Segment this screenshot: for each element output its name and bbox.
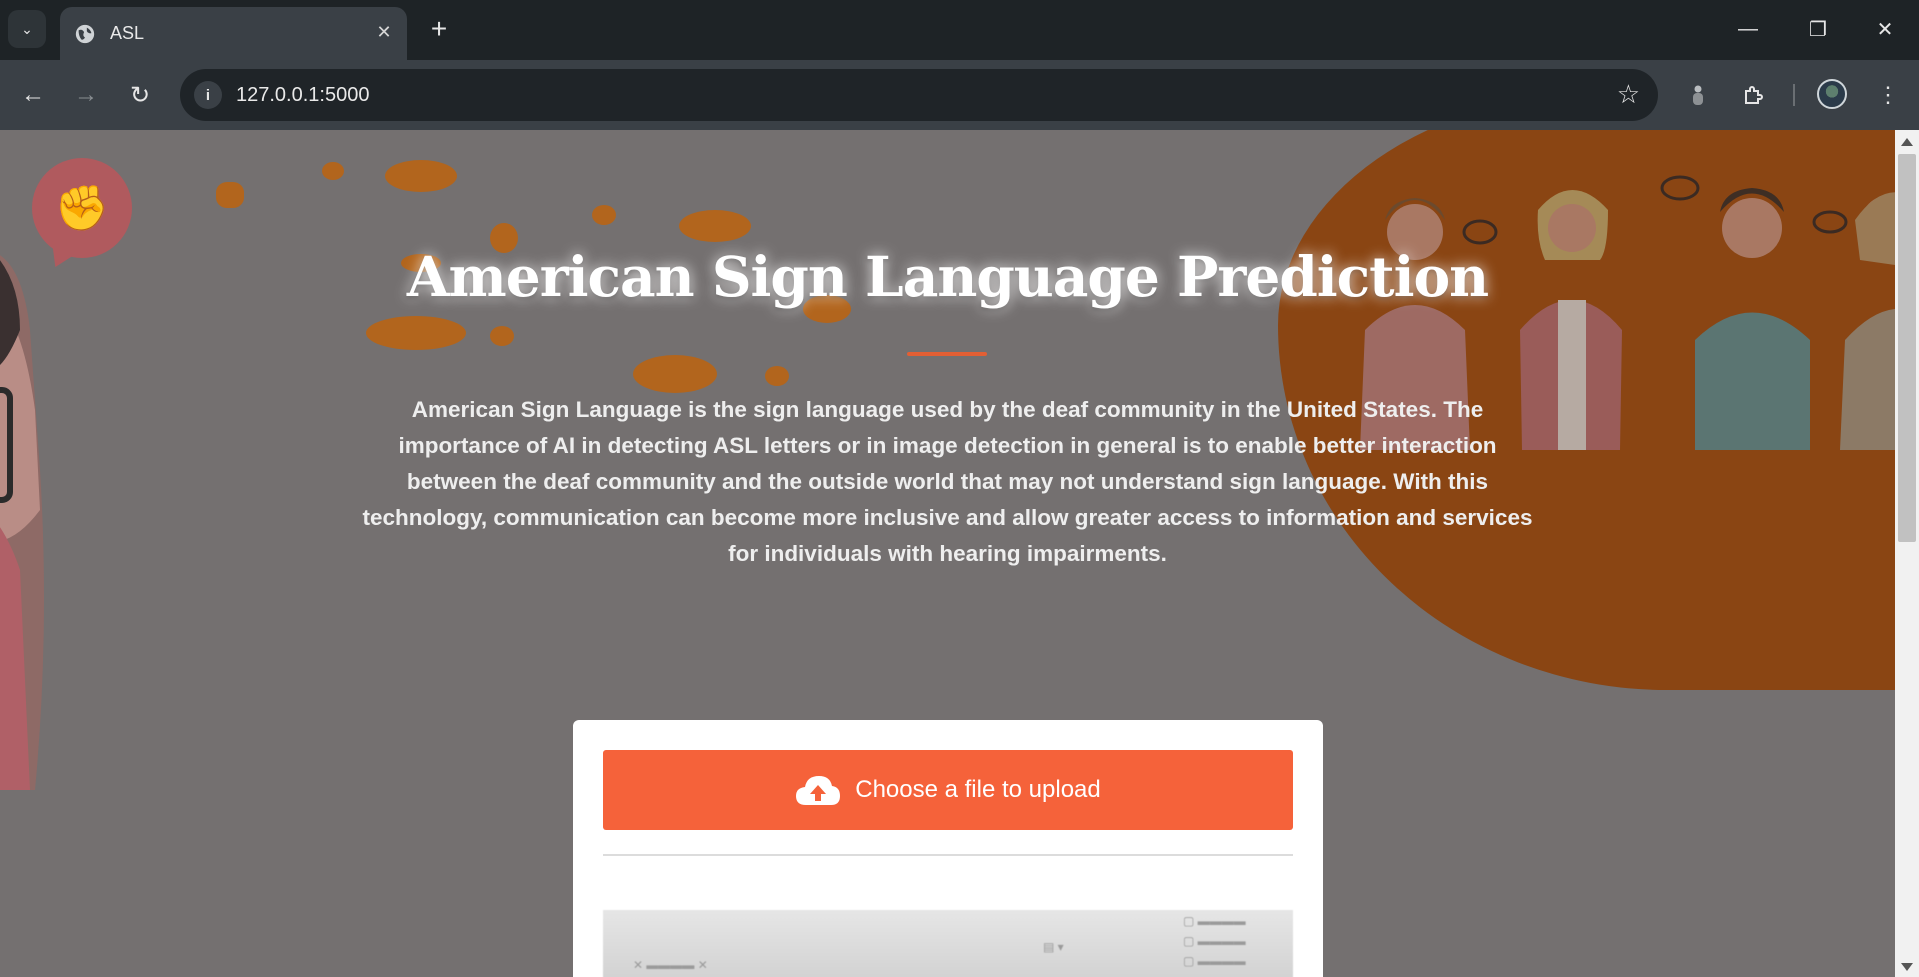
title-underline — [907, 352, 987, 356]
chevron-down-icon: ⌄ — [21, 20, 33, 37]
close-window-button[interactable]: ✕ — [1850, 0, 1919, 58]
scrollbar-thumb[interactable] — [1898, 154, 1916, 542]
preview-file-row: ▢ ▬▬▬▬ — [1183, 934, 1246, 948]
more-menu-icon[interactable]: ⋮ — [1870, 77, 1906, 113]
decor-dot — [366, 316, 466, 350]
scroll-down-arrow[interactable] — [1901, 963, 1913, 971]
preview-tab: ✕ ▬▬▬▬ ✕ — [633, 958, 708, 972]
profile-avatar[interactable] — [1817, 79, 1847, 109]
decor-dot — [765, 366, 789, 386]
browser-tab-asl[interactable]: ASL ✕ — [60, 7, 407, 60]
page-description: American Sign Language is the sign langu… — [362, 397, 1533, 566]
browser-toolbar: ← → ↻ i 127.0.0.1:5000 ☆ ⋮ — [0, 60, 1919, 130]
decor-dot — [385, 160, 457, 192]
page-title: American Sign Language Prediction — [406, 244, 1489, 309]
puzzle-icon — [1745, 86, 1763, 104]
cloud-upload-icon — [796, 776, 841, 805]
site-info-icon[interactable]: i — [194, 81, 222, 109]
new-tab-button[interactable]: + — [422, 12, 456, 46]
minimize-button[interactable]: — — [1713, 0, 1783, 58]
preview-file-row: ▢ ▬▬▬▬ — [1183, 914, 1246, 928]
choose-file-label: Choose a file to upload — [855, 776, 1101, 803]
reload-icon: ↻ — [129, 81, 151, 109]
tracking-icon[interactable] — [1680, 77, 1716, 113]
preview-layout-icon: ▤ ▾ — [1043, 940, 1064, 954]
tab-search-button[interactable]: ⌄ — [8, 10, 46, 48]
forward-icon: → — [74, 81, 98, 108]
address-bar[interactable]: i 127.0.0.1:5000 ☆ — [180, 69, 1658, 121]
decor-dot — [592, 205, 616, 225]
preview-file-row: ▢ ▬▬▬▬ — [1183, 954, 1246, 968]
page-scrollbar[interactable] — [1895, 130, 1919, 977]
decor-dot — [490, 326, 514, 346]
decor-dot — [679, 210, 751, 242]
back-icon: ← — [21, 81, 45, 108]
reload-button[interactable]: ↻ — [122, 77, 158, 113]
upload-card: Choose a file to upload ▤ ▾ ▢ ▬▬▬▬ ▢ ▬▬▬… — [573, 720, 1323, 977]
uploaded-image-preview: ▤ ▾ ▢ ▬▬▬▬ ▢ ▬▬▬▬ ▢ ▬▬▬▬ ✕ ▬▬▬▬ ✕ — [603, 910, 1293, 977]
page-viewport: ✊ American Sign Language Prediction Amer… — [0, 130, 1895, 977]
back-button[interactable]: ← — [15, 77, 51, 113]
choose-file-button[interactable]: Choose a file to upload — [603, 750, 1293, 830]
decor-dot — [216, 182, 244, 208]
tab-close-button[interactable]: ✕ — [371, 19, 397, 45]
extensions-icon[interactable] — [1736, 77, 1772, 113]
globe-icon — [75, 24, 95, 43]
decor-dot — [322, 162, 344, 180]
browser-tab-bar: ⌄ ASL ✕ + — ❐ ✕ — [0, 0, 1919, 60]
url-text[interactable]: 127.0.0.1:5000 — [236, 84, 369, 107]
bookmark-star-icon[interactable]: ☆ — [1617, 79, 1640, 110]
tab-title: ASL — [110, 23, 145, 43]
restore-button[interactable]: ❐ — [1783, 0, 1853, 58]
scroll-up-arrow[interactable] — [1901, 138, 1913, 146]
card-divider — [603, 854, 1293, 856]
incognito-figure-icon — [1693, 85, 1703, 105]
decor-dot — [633, 355, 717, 393]
forward-button[interactable]: → — [68, 77, 104, 113]
toolbar-separator — [1793, 84, 1795, 106]
